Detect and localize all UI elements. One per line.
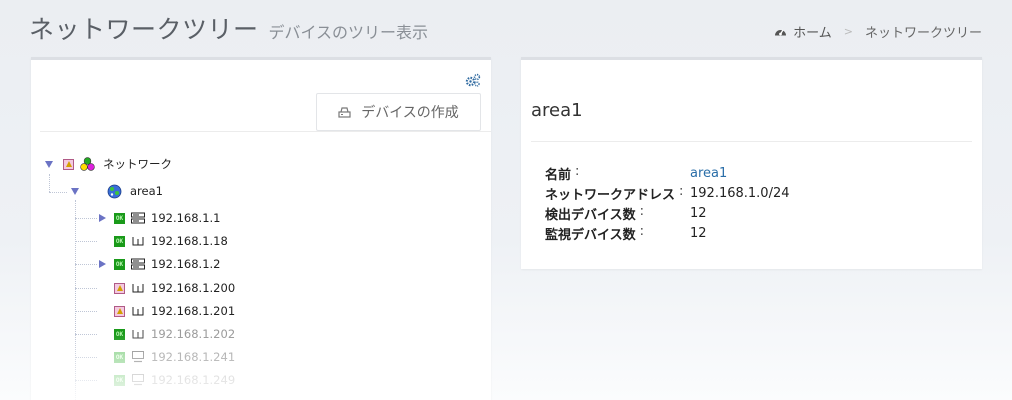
network-tree: ネットワーク area1 OK 192.168.1.1 OK 192.168.1… — [31, 60, 491, 400]
device-label: 192.168.1.202 — [151, 327, 236, 341]
ok-status-icon: OK — [114, 351, 125, 363]
detail-value: 12 — [690, 205, 707, 221]
detail-row-monitored-count: 監視デバイス数: 12 — [545, 223, 790, 243]
tree-connector — [75, 288, 97, 289]
tree-device-node[interactable]: OK 192.168.1.18 — [106, 231, 228, 251]
tree-area-label: area1 — [130, 184, 163, 198]
area-name-link[interactable]: area1 — [690, 166, 727, 181]
detail-colon: : — [639, 203, 645, 219]
tree-connector — [75, 241, 97, 242]
tree-connector — [75, 264, 97, 265]
breadcrumb-home-link[interactable]: ホーム — [793, 22, 832, 41]
tree-connector — [75, 357, 97, 358]
tree-root-label: ネットワーク — [103, 157, 172, 171]
tree-device-node[interactable]: OK 192.168.1.249 — [106, 370, 235, 390]
detail-row-network-address: ネットワークアドレス: 192.168.1.0/24 — [545, 183, 790, 203]
tree-connector — [75, 218, 97, 219]
device-label: 192.168.1.200 — [151, 281, 236, 295]
detail-key: 検出デバイス数: — [545, 204, 690, 223]
switch-icon — [131, 258, 145, 270]
detail-key-label: 監視デバイス数 — [545, 227, 636, 243]
tree-device-node[interactable]: OK 192.168.1.202 — [106, 324, 235, 344]
page-title-text: ネットワークツリー — [29, 15, 259, 44]
tree-connector — [49, 174, 50, 192]
expand-toggle[interactable] — [99, 214, 106, 222]
detail-value: 192.168.1.0/24 — [690, 185, 790, 201]
breadcrumb: ホーム > ネットワークツリー — [774, 22, 982, 41]
warning-status-icon — [114, 305, 125, 317]
detail-key-label: ネットワークアドレス — [545, 187, 676, 203]
device-label: 192.168.1.2 — [151, 257, 221, 271]
ok-status-icon: OK — [114, 235, 125, 247]
breadcrumb-separator: > — [843, 25, 853, 38]
detail-colon: : — [679, 183, 684, 199]
network-icon — [80, 157, 95, 171]
ok-status-icon: OK — [114, 374, 125, 386]
page-title: ネットワークツリー デバイスのツリー表示 — [29, 10, 428, 46]
tree-panel: デバイスの作成 ネットワーク area1 OK 192.168.1.1 OK 1… — [31, 57, 491, 400]
tree-device-node[interactable]: OK 192.168.1.1 — [99, 208, 221, 228]
collapse-toggle[interactable] — [71, 187, 79, 195]
detail-row-detected-count: 検出デバイス数: 12 — [545, 203, 790, 223]
tree-connector — [75, 311, 97, 312]
tree-connector — [75, 334, 97, 335]
tree-connector — [75, 380, 97, 381]
detail-key: ネットワークアドレス: — [545, 184, 690, 203]
detail-value: 12 — [690, 225, 707, 241]
device-label: 192.168.1.249 — [151, 373, 236, 387]
tree-device-node[interactable]: 192.168.1.200 — [106, 278, 235, 298]
host-icon — [132, 284, 144, 293]
detail-key-label: 検出デバイス数 — [545, 207, 636, 223]
device-label: 192.168.1.1 — [151, 211, 221, 225]
pc-icon — [132, 374, 144, 386]
tree-scroll-fade — [31, 333, 491, 400]
tree-device-node[interactable]: 192.168.1.201 — [106, 301, 235, 321]
tree-root-node[interactable]: ネットワーク — [45, 154, 172, 174]
detail-panel: area1 名前: area1 ネットワークアドレス: 192.168.1.0/… — [521, 57, 982, 269]
switch-icon — [131, 212, 145, 224]
tree-device-node[interactable]: OK 192.168.1.241 — [106, 347, 235, 367]
device-label: 192.168.1.18 — [151, 234, 228, 248]
detail-row-name: 名前: area1 — [545, 163, 790, 183]
ok-status-icon: OK — [114, 328, 125, 340]
tree-connector — [49, 192, 67, 193]
detail-divider — [531, 141, 972, 142]
tree-area-node[interactable]: area1 — [71, 181, 163, 201]
device-label: 192.168.1.201 — [151, 304, 236, 318]
tree-device-node[interactable]: OK 192.168.1.2 — [99, 254, 221, 274]
host-icon — [132, 237, 144, 246]
detail-title: area1 — [531, 100, 583, 121]
ok-status-icon: OK — [114, 258, 125, 270]
device-label: 192.168.1.241 — [151, 350, 236, 364]
expand-toggle[interactable] — [99, 260, 106, 268]
page-subtitle: デバイスのツリー表示 — [268, 23, 429, 42]
dashboard-icon — [775, 29, 787, 36]
detail-key: 名前: — [545, 164, 690, 183]
collapse-toggle[interactable] — [45, 160, 53, 168]
warning-status-icon — [114, 282, 125, 294]
page-header: ネットワークツリー デバイスのツリー表示 ホーム > ネットワークツリー — [0, 0, 1012, 56]
breadcrumb-current: ネットワークツリー — [864, 26, 982, 41]
pc-icon — [132, 351, 144, 363]
detail-table: 名前: area1 ネットワークアドレス: 192.168.1.0/24 検出デ… — [545, 163, 790, 243]
host-icon — [132, 307, 144, 316]
detail-key-label: 名前 — [545, 167, 572, 183]
area-globe-icon — [107, 184, 122, 198]
tree-connector — [75, 200, 76, 400]
detail-colon: : — [639, 223, 645, 239]
detail-colon: : — [575, 163, 580, 179]
detail-key: 監視デバイス数: — [545, 224, 690, 243]
ok-status-icon: OK — [114, 212, 125, 224]
host-icon — [132, 330, 144, 339]
warning-status-icon — [63, 158, 74, 170]
